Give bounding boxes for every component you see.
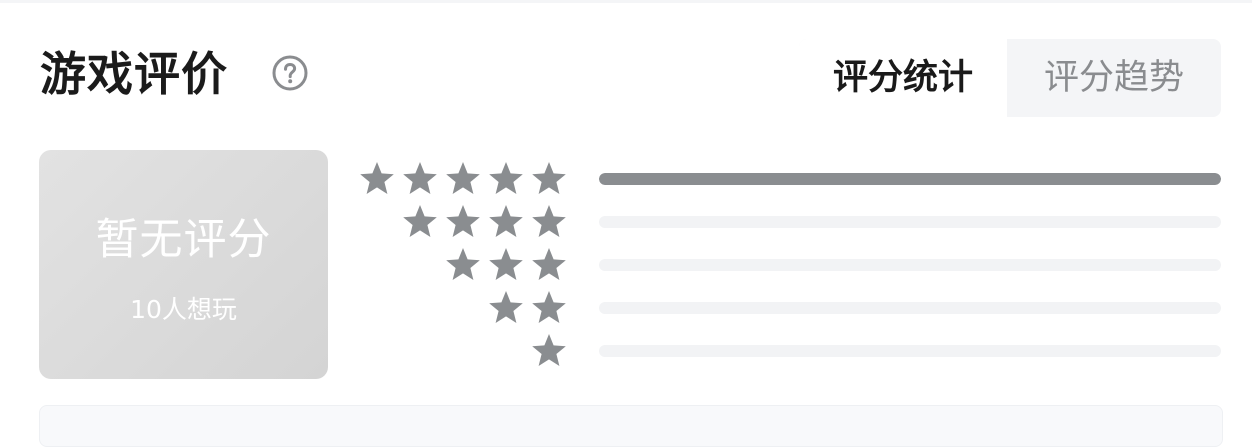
rating-bar-5 xyxy=(599,173,1221,185)
star-icon xyxy=(446,248,480,280)
tab-rating-stats[interactable]: 评分统计 xyxy=(799,39,1007,117)
rating-tabs: 评分统计 评分趋势 xyxy=(799,39,1221,117)
no-rating-text: 暂无评分 xyxy=(95,215,272,265)
want-play-count: 10人想玩 xyxy=(130,295,237,324)
star-row-3 xyxy=(439,246,568,286)
star-icon xyxy=(532,291,566,323)
star-icon xyxy=(403,162,437,194)
star-icon xyxy=(489,205,523,237)
star-icon xyxy=(403,205,437,237)
star-icon xyxy=(446,205,480,237)
top-divider xyxy=(0,0,1252,3)
rating-bar-2 xyxy=(599,302,1221,314)
star-row-1 xyxy=(525,332,568,372)
star-icon xyxy=(489,291,523,323)
star-icon xyxy=(489,248,523,280)
star-row-4 xyxy=(396,203,568,243)
tab-rating-trend[interactable]: 评分趋势 xyxy=(1007,39,1221,117)
rating-bar-3 xyxy=(599,259,1221,271)
star-row-5 xyxy=(353,160,568,200)
rating-bar-1 xyxy=(599,345,1221,357)
score-card: 暂无评分 10人想玩 xyxy=(39,150,328,379)
rating-bar-fill-5 xyxy=(599,173,1221,185)
star-icon xyxy=(532,205,566,237)
star-levels xyxy=(358,160,568,375)
section-title: 游戏评价 xyxy=(40,47,228,101)
star-icon xyxy=(532,334,566,366)
bottom-panel xyxy=(39,405,1223,447)
rating-bar-4 xyxy=(599,216,1221,228)
star-icon xyxy=(360,162,394,194)
star-icon xyxy=(446,162,480,194)
star-icon xyxy=(532,248,566,280)
star-icon xyxy=(489,162,523,194)
star-row-2 xyxy=(482,289,568,329)
help-icon[interactable] xyxy=(271,54,309,92)
star-icon xyxy=(532,162,566,194)
